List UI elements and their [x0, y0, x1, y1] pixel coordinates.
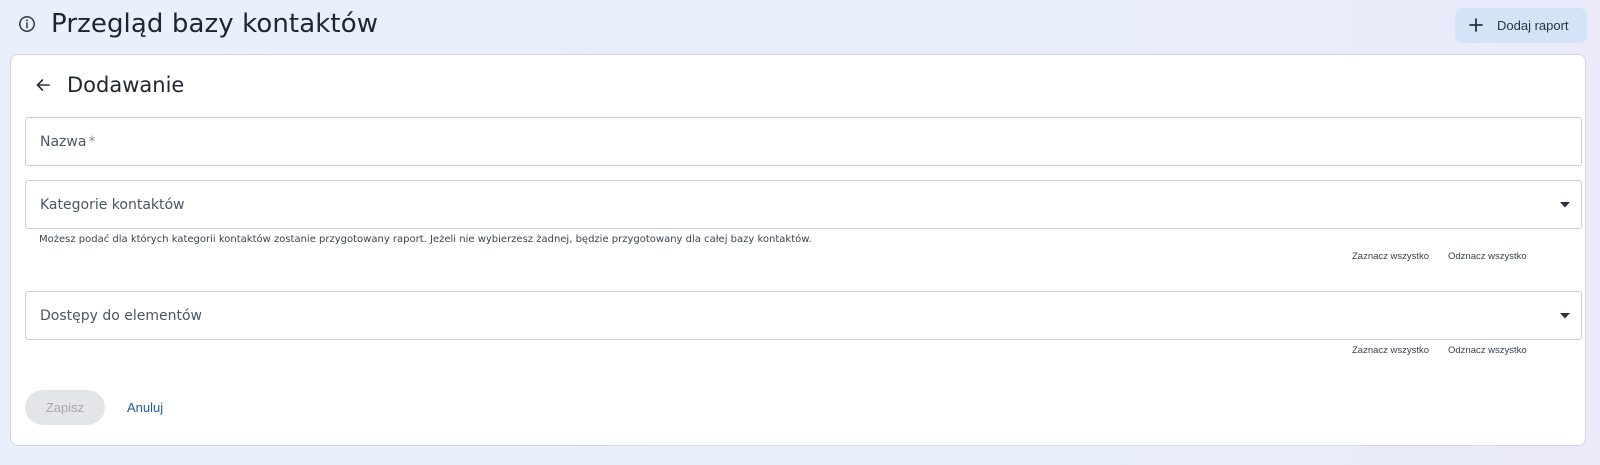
arrow-left-icon[interactable]: [35, 77, 51, 93]
categories-hint: Możesz podać dla których kategorii konta…: [39, 234, 812, 245]
categories-deselect-all[interactable]: Odznacz wszystko: [1448, 251, 1527, 263]
access-select-all[interactable]: Zaznacz wszystko: [1352, 345, 1429, 357]
add-report-card: Dodawanie Nazwa * Kategorie kontaktów Moż…: [10, 54, 1586, 446]
dropdown-arrow-icon: [1560, 313, 1570, 319]
form-title: Dodawanie: [67, 73, 185, 97]
name-field-label: Nazwa *: [40, 133, 95, 151]
required-mark: *: [88, 134, 96, 150]
info-circle-icon[interactable]: [18, 15, 36, 33]
page-title: Przegląd bazy kontaktów: [51, 9, 379, 39]
access-deselect-all[interactable]: Odznacz wszystko: [1448, 345, 1527, 357]
add-report-label: Dodaj raport: [1497, 18, 1569, 33]
categories-select[interactable]: Kategorie kontaktów: [25, 180, 1582, 229]
save-button[interactable]: Zapisz: [25, 390, 105, 425]
categories-select-label: Kategorie kontaktów: [40, 197, 185, 213]
cancel-button[interactable]: Anuluj: [127, 399, 163, 416]
access-select[interactable]: Dostępy do elementów: [25, 291, 1582, 340]
plus-icon: [1469, 18, 1483, 32]
name-field[interactable]: Nazwa *: [25, 117, 1582, 166]
add-report-button[interactable]: Dodaj raport: [1455, 8, 1587, 43]
name-field-label-text: Nazwa: [40, 134, 87, 150]
top-bar: Przegląd bazy kontaktów Dodaj raport: [0, 0, 1600, 52]
categories-select-all[interactable]: Zaznacz wszystko: [1352, 251, 1429, 263]
access-select-label: Dostępy do elementów: [40, 308, 203, 324]
dropdown-arrow-icon: [1560, 202, 1570, 208]
